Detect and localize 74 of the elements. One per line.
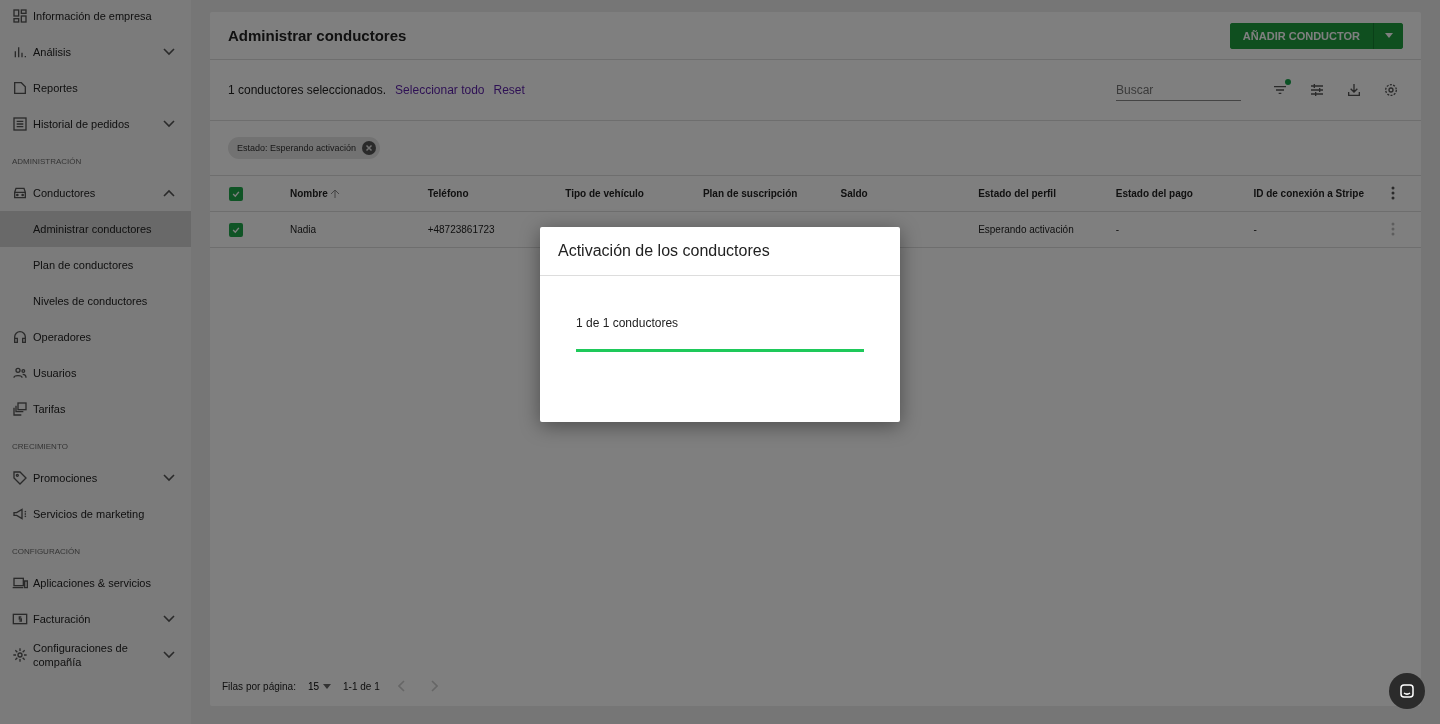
page-title: Administrar conductores	[228, 27, 407, 44]
filter-chip[interactable]: Estado: Esperando activación	[228, 137, 381, 159]
close-icon[interactable]	[362, 141, 377, 155]
tag-icon	[12, 470, 28, 486]
sort-arrow-icon[interactable]	[329, 188, 340, 199]
gear-icon	[12, 647, 28, 663]
section-heading: CONFIGURACIÓN	[12, 547, 80, 556]
chevron-icon[interactable]	[163, 48, 175, 56]
dropdown-button[interactable]	[1373, 22, 1403, 49]
sidebar-item[interactable]: Conductores	[0, 175, 191, 211]
checkbox[interactable]	[229, 222, 243, 237]
column-header[interactable]: Tipo de vehículo	[565, 188, 644, 199]
sidebar-item[interactable]: Historial de pedidos	[0, 106, 191, 142]
column-header[interactable]: Plan de suscripción	[702, 188, 798, 199]
checkbox[interactable]	[229, 186, 243, 201]
chevron-icon[interactable]	[163, 120, 175, 128]
megaphone-icon	[12, 506, 28, 522]
chat-button[interactable]	[1389, 673, 1425, 709]
table-cell: Nadia	[290, 224, 317, 235]
table-cell: -	[1115, 224, 1120, 235]
caret-icon	[1384, 33, 1393, 38]
column-header[interactable]: Nombre	[290, 188, 340, 199]
column-header[interactable]: Estado del pago	[1115, 188, 1193, 199]
chevron-icon[interactable]	[163, 189, 175, 197]
sidebar-subitem[interactable]: Plan de conductores	[0, 247, 191, 283]
sidebar-item[interactable]: Operadores	[0, 319, 191, 355]
sidebar-item[interactable]: Promociones	[0, 460, 191, 496]
users-icon	[12, 365, 28, 381]
dollar-icon	[12, 611, 28, 627]
sidebar-item[interactable]: Configuraciones de compañía	[0, 637, 191, 673]
chevron-icon[interactable]	[163, 474, 175, 482]
sidebar-item[interactable]: Facturación	[0, 601, 191, 637]
column-header[interactable]: Saldo	[840, 188, 868, 199]
table-cell: +48723861723	[427, 224, 495, 235]
sidebar-subitem[interactable]: Administrar conductores	[0, 211, 191, 247]
sidebar-item[interactable]: Usuarios	[0, 355, 191, 391]
text-link[interactable]: Seleccionar todo	[395, 83, 485, 97]
chat-icon	[1399, 683, 1415, 699]
sidebar-subitem[interactable]: Niveles de conductores	[0, 283, 191, 319]
caret-icon	[323, 683, 332, 689]
section-heading: ADMINISTRACIÓN	[12, 157, 82, 166]
text-link[interactable]: Reset	[493, 83, 525, 97]
table-cell: -	[1253, 224, 1257, 235]
car-icon	[12, 185, 28, 201]
bar-chart-icon	[12, 44, 28, 60]
sidebar-item[interactable]: Análisis	[0, 34, 191, 70]
document-icon	[12, 80, 28, 96]
column-header[interactable]: Teléfono	[427, 188, 469, 199]
sidebar-item[interactable]: Aplicaciones & servicios	[0, 565, 191, 601]
sliders-icon	[1309, 82, 1325, 98]
sidebar-item[interactable]: Tarifas	[0, 391, 191, 427]
download-icon	[1346, 82, 1362, 98]
grid-icon	[12, 8, 28, 24]
chevron-icon[interactable]	[163, 615, 175, 623]
list-icon	[12, 116, 28, 132]
more-icon[interactable]	[1391, 185, 1395, 200]
settings-icon	[1383, 82, 1399, 98]
progress-text: 1 de 1 conductores	[576, 316, 679, 330]
column-header[interactable]: Estado del perfil	[978, 188, 1056, 199]
page-range: 1-1 de 1	[343, 680, 380, 692]
sidebar-item[interactable]: Información de empresa	[0, 0, 191, 34]
column-header[interactable]: ID de conexión a Stripe	[1253, 188, 1364, 199]
laptop-icon	[12, 575, 28, 591]
cards-icon	[12, 401, 28, 417]
chevron-icon[interactable]	[163, 651, 175, 659]
dialog-title: Activación de los conductores	[558, 242, 770, 260]
rows-per-page-select[interactable]: 15	[307, 680, 332, 692]
sidebar-item[interactable]: Servicios de marketing	[0, 496, 191, 532]
headset-icon	[12, 329, 28, 345]
table-cell: Esperando activación	[978, 224, 1074, 235]
section-heading: CRECIMIENTO	[12, 442, 68, 451]
sidebar-item[interactable]: Reportes	[0, 70, 191, 106]
selection-count: 1 conductores seleccionados.	[228, 83, 387, 97]
rows-per-page-label: Filas por página:	[222, 680, 296, 692]
